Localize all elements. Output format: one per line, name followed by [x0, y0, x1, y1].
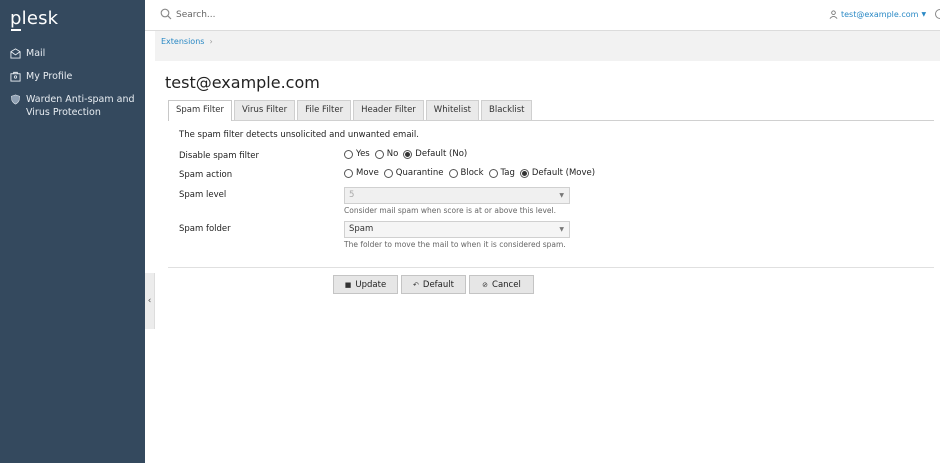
- user-icon: [829, 10, 838, 19]
- logo-underline: [11, 29, 21, 31]
- radio-button[interactable]: [448, 168, 458, 178]
- spam-level-value: 5: [349, 190, 355, 200]
- top-bar: test@example.com ▼: [145, 0, 940, 31]
- cancel-icon: ⊘: [482, 280, 489, 289]
- spam-folder-value: Spam: [349, 224, 374, 234]
- spam-folder-label: Spam folder: [179, 224, 231, 234]
- radio-action-block[interactable]: Block: [448, 168, 484, 178]
- radio-button[interactable]: [488, 168, 498, 178]
- page-title: test@example.com: [165, 73, 320, 92]
- envelope-icon: [10, 48, 21, 59]
- radio-button[interactable]: [383, 168, 393, 178]
- disable-spam-filter-label: Disable spam filter: [179, 151, 260, 161]
- sidebar-item-label: My Profile: [26, 71, 73, 82]
- chevron-down-icon: ▼: [559, 192, 564, 199]
- disable-spam-filter-radios: Yes No Default (No): [344, 149, 472, 159]
- radio-label: Quarantine: [395, 168, 444, 178]
- tab-bar: Spam Filter Virus Filter File Filter Hea…: [168, 100, 534, 121]
- sidebar-collapse-handle[interactable]: ‹: [145, 273, 155, 329]
- radio-label: Tag: [500, 168, 515, 178]
- shield-icon: [10, 94, 21, 105]
- tab-header-filter[interactable]: Header Filter: [353, 100, 424, 120]
- chevron-down-icon: ▼: [921, 11, 927, 18]
- tab-whitelist[interactable]: Whitelist: [425, 100, 479, 120]
- radio-label: Move: [356, 168, 379, 178]
- spam-action-radios: Move Quarantine Block Tag Default (Move): [344, 168, 600, 178]
- search-input[interactable]: [176, 7, 476, 23]
- sidebar-item-label: Mail: [26, 48, 46, 59]
- cancel-button-label: Cancel: [492, 279, 521, 290]
- radio-disable-default[interactable]: Default (No): [403, 149, 467, 159]
- radio-button[interactable]: [403, 149, 413, 159]
- form-divider: [168, 267, 934, 268]
- cancel-button[interactable]: ⊘ Cancel: [469, 275, 534, 294]
- plesk-logo[interactable]: plesk: [10, 8, 58, 29]
- update-button[interactable]: ■ Update: [333, 275, 398, 294]
- profile-card-icon: [10, 71, 21, 82]
- tab-virus-filter[interactable]: Virus Filter: [234, 100, 296, 120]
- spam-folder-hint: The folder to move the mail to when it i…: [344, 240, 566, 249]
- default-button-label: Default: [422, 279, 454, 290]
- radio-button[interactable]: [344, 149, 353, 159]
- chevron-left-icon: ‹: [147, 296, 152, 306]
- radio-button[interactable]: [519, 168, 529, 178]
- radio-action-quarantine[interactable]: Quarantine: [383, 168, 444, 178]
- radio-label: Yes: [356, 149, 370, 159]
- spam-level-label: Spam level: [179, 190, 227, 200]
- radio-label: Default (Move): [531, 168, 596, 178]
- tab-spam-filter[interactable]: Spam Filter: [168, 100, 233, 121]
- radio-action-default[interactable]: Default (Move): [519, 168, 596, 178]
- sidebar: plesk Mail My Profile Warden Anti-spam a…: [0, 0, 145, 463]
- tab-blacklist[interactable]: Blacklist: [481, 100, 533, 120]
- radio-label: Block: [460, 168, 484, 178]
- radio-button[interactable]: [344, 168, 353, 178]
- sidebar-item-my-profile[interactable]: My Profile: [10, 70, 136, 83]
- radio-action-move[interactable]: Move: [344, 168, 379, 178]
- spam-action-label: Spam action: [179, 170, 233, 180]
- user-email: test@example.com: [841, 10, 919, 19]
- breadcrumb-link-extensions[interactable]: Extensions: [161, 37, 204, 46]
- sidebar-item-label: Warden Anti-spam and Virus Protection: [26, 94, 135, 118]
- chevron-down-icon: ▼: [559, 226, 564, 233]
- update-button-label: Update: [355, 279, 387, 290]
- radio-label: No: [386, 149, 399, 159]
- radio-disable-yes[interactable]: Yes: [344, 149, 370, 159]
- chevron-right-icon: ›: [209, 37, 213, 46]
- spam-folder-select[interactable]: Spam ▼: [344, 221, 570, 238]
- save-icon: ■: [344, 280, 352, 289]
- search-icon: [160, 8, 172, 20]
- radio-action-tag[interactable]: Tag: [488, 168, 515, 178]
- sidebar-item-warden[interactable]: Warden Anti-spam and Virus Protection: [10, 93, 136, 119]
- tab-file-filter[interactable]: File Filter: [297, 100, 352, 120]
- user-menu[interactable]: test@example.com ▼: [829, 10, 926, 19]
- radio-disable-no[interactable]: No: [374, 149, 399, 159]
- sidebar-item-mail[interactable]: Mail: [10, 47, 136, 60]
- help-icon[interactable]: [935, 9, 940, 19]
- breadcrumb: Extensions ›: [155, 31, 940, 61]
- default-button[interactable]: ↶ Default: [401, 275, 466, 294]
- spam-level-select[interactable]: 5 ▼: [344, 187, 570, 204]
- spam-level-hint: Consider mail spam when score is at or a…: [344, 206, 557, 215]
- reset-icon: ↶: [413, 280, 419, 289]
- radio-label: Default (No): [415, 149, 468, 159]
- spam-filter-description: The spam filter detects unsolicited and …: [179, 130, 419, 140]
- tab-underline: [168, 120, 934, 121]
- radio-button[interactable]: [374, 149, 384, 159]
